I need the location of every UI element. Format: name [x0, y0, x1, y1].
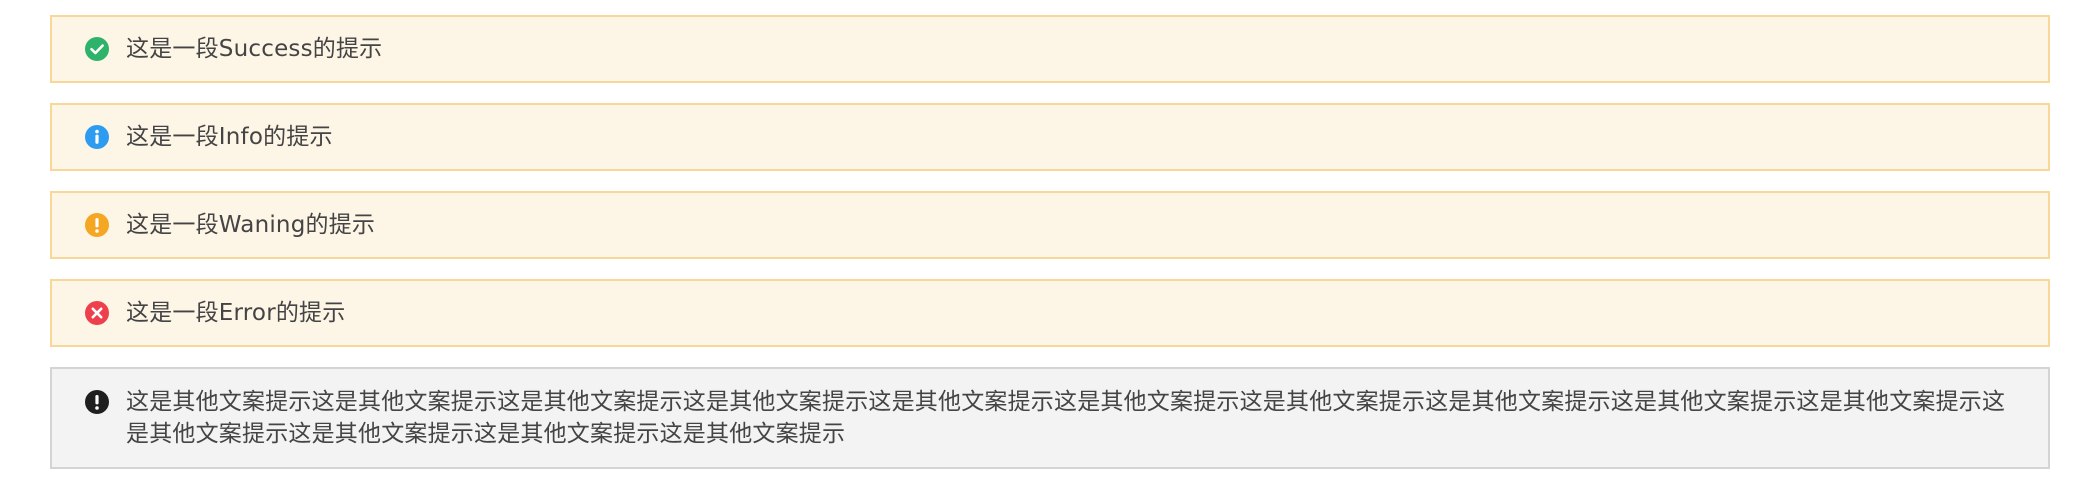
info-alert: 这是一段Info的提示: [50, 103, 2050, 171]
warning-alert-text: 这是一段Waning的提示: [126, 212, 376, 238]
info-circle-icon: [84, 124, 110, 150]
success-alert-text: 这是一段Success的提示: [126, 36, 383, 62]
warning-alert: 这是一段Waning的提示: [50, 191, 2050, 259]
other-alert: 这是其他文案提示这是其他文案提示这是其他文案提示这是其他文案提示这是其他文案提示…: [50, 367, 2050, 469]
exclamation-circle-icon: [84, 389, 110, 415]
exclamation-circle-icon: [84, 212, 110, 238]
other-alert-text: 这是其他文案提示这是其他文案提示这是其他文案提示这是其他文案提示这是其他文案提示…: [126, 389, 2006, 447]
info-alert-text: 这是一段Info的提示: [126, 124, 333, 150]
success-alert: 这是一段Success的提示: [50, 15, 2050, 83]
error-alert-text: 这是一段Error的提示: [126, 300, 346, 326]
close-circle-icon: [84, 300, 110, 326]
error-alert: 这是一段Error的提示: [50, 279, 2050, 347]
alert-list: 这是一段Success的提示 这是一段Info的提示 这是一段Waning的提示: [0, 0, 2098, 484]
check-circle-icon: [84, 36, 110, 62]
